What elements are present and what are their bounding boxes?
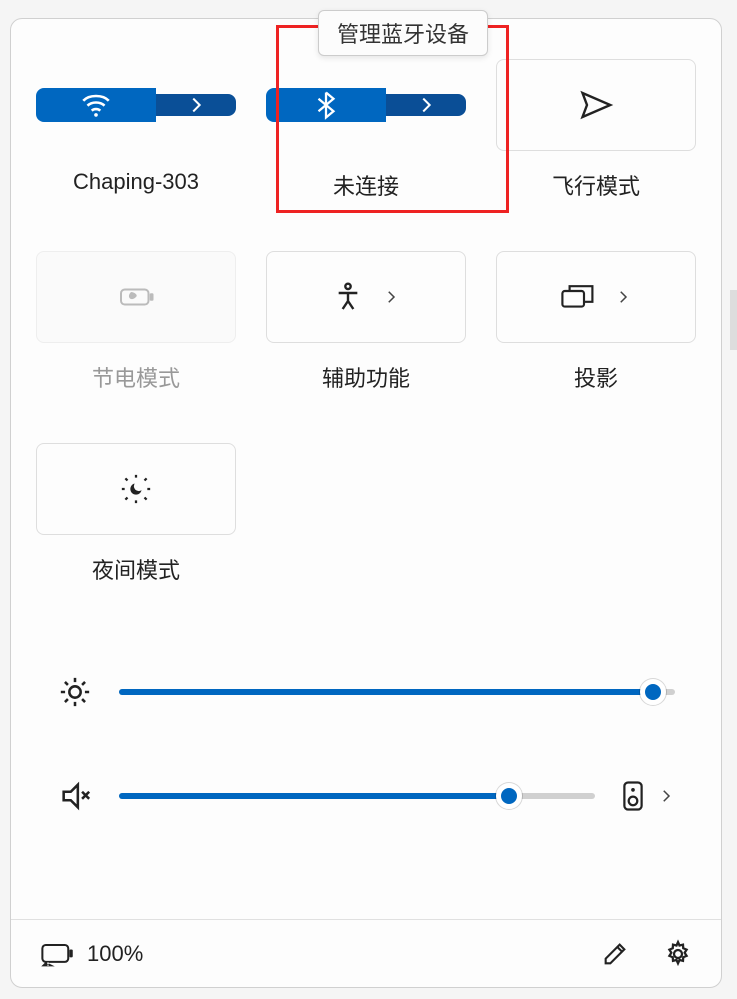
volume-row (57, 779, 675, 813)
airplane-icon (578, 87, 614, 123)
volume-icon-wrap (57, 779, 93, 813)
airplane-tile[interactable] (496, 59, 696, 151)
wifi-label: Chaping-303 (73, 169, 199, 195)
gear-icon (663, 939, 693, 969)
accessibility-label: 辅助功能 (322, 361, 410, 393)
battery-saver-label: 节电模式 (92, 361, 180, 393)
bluetooth-toggle[interactable] (266, 88, 386, 122)
wifi-toggle[interactable] (36, 88, 156, 122)
battery-saver-tile (36, 251, 236, 343)
volume-output-select[interactable] (621, 780, 675, 812)
chevron-right-icon (657, 787, 675, 805)
night-light-tile-wrap: 夜间模式 (36, 443, 236, 585)
wifi-icon (79, 88, 113, 122)
quick-settings-panel: Chaping-303 未连接 (10, 18, 722, 988)
battery-warning-icon (39, 941, 75, 967)
night-light-label: 夜间模式 (92, 553, 180, 585)
battery-percent-text: 100% (87, 941, 143, 967)
bottom-actions (601, 939, 693, 969)
bluetooth-tile[interactable] (266, 59, 466, 151)
brightness-row (57, 675, 675, 709)
wifi-tile[interactable] (36, 59, 236, 151)
bluetooth-label: 未连接 (333, 169, 399, 201)
battery-saver-tile-wrap: 节电模式 (36, 251, 236, 393)
bluetooth-tile-wrap: 未连接 (266, 59, 466, 201)
battery-saver-icon (116, 282, 156, 312)
night-light-tile[interactable] (36, 443, 236, 535)
airplane-label: 飞行模式 (552, 169, 640, 201)
bluetooth-expand[interactable] (386, 94, 466, 116)
settings-button[interactable] (663, 939, 693, 969)
accessibility-tile-wrap: 辅助功能 (266, 251, 466, 393)
wifi-tile-wrap: Chaping-303 (36, 59, 236, 201)
bluetooth-tooltip: 管理蓝牙设备 (318, 10, 488, 56)
brightness-icon-wrap (57, 675, 93, 709)
sliders-section (39, 675, 693, 813)
wifi-expand[interactable] (156, 94, 236, 116)
brightness-thumb[interactable] (640, 679, 666, 705)
chevron-right-icon (614, 288, 632, 306)
volume-mute-icon (58, 779, 92, 813)
volume-thumb[interactable] (496, 783, 522, 809)
project-tile-wrap: 投影 (496, 251, 696, 393)
brightness-slider[interactable] (119, 689, 675, 695)
chevron-right-icon (185, 94, 207, 116)
speaker-device-icon (621, 780, 645, 812)
project-icon (560, 282, 596, 312)
night-light-icon (119, 472, 153, 506)
accessibility-tile[interactable] (266, 251, 466, 343)
volume-fill (119, 793, 509, 799)
project-tile[interactable] (496, 251, 696, 343)
tiles-grid: Chaping-303 未连接 (39, 59, 693, 585)
airplane-tile-wrap: 飞行模式 (496, 59, 696, 201)
brightness-fill (119, 689, 653, 695)
edit-button[interactable] (601, 940, 629, 968)
pencil-icon (601, 940, 629, 968)
volume-slider[interactable] (119, 793, 595, 799)
accessibility-icon (332, 281, 364, 313)
battery-status[interactable]: 100% (39, 941, 143, 967)
brightness-icon (58, 675, 92, 709)
project-label: 投影 (574, 361, 618, 393)
scrollbar-hint[interactable] (730, 290, 737, 350)
bottom-bar: 100% (11, 919, 721, 987)
bluetooth-icon (311, 88, 341, 122)
chevron-right-icon (382, 288, 400, 306)
chevron-right-icon (415, 94, 437, 116)
